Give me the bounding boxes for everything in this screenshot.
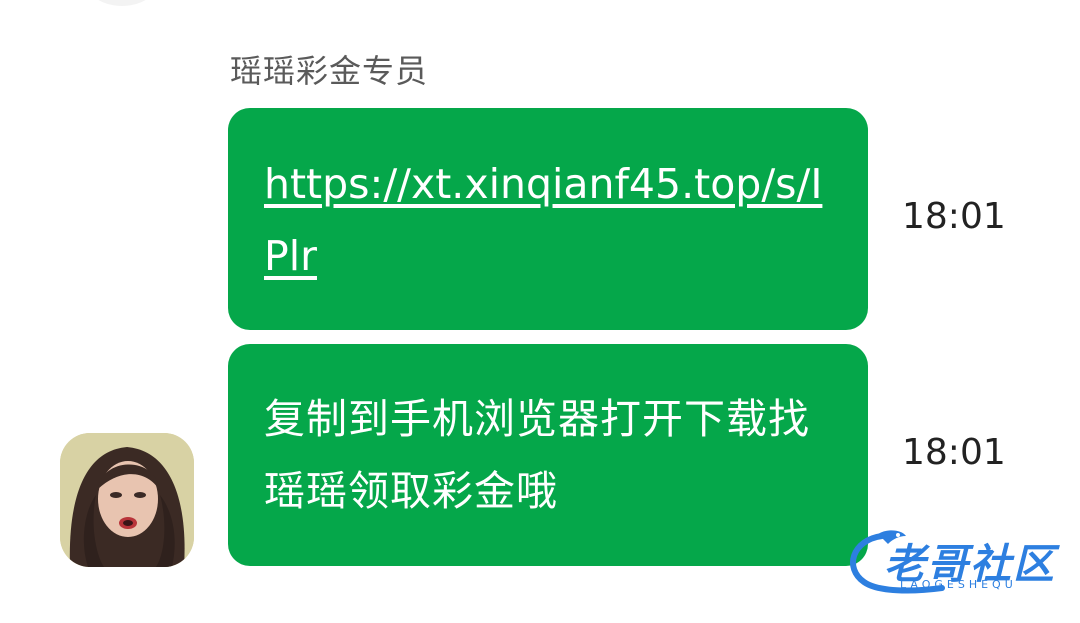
- watermark-subtitle: LAOGESHEQU: [900, 578, 1017, 591]
- message-text: 复制到手机浏览器打开下载找瑶瑶领取彩金哦: [264, 395, 810, 515]
- message-bubble-text[interactable]: 复制到手机浏览器打开下载找瑶瑶领取彩金哦: [228, 344, 868, 566]
- chat-screen: 瑶瑶彩金专员 https://xt.xinqianf45.top/s/IPlr …: [0, 0, 1080, 623]
- message-time: 18:01: [902, 432, 1006, 473]
- avatar-photo-icon: [60, 433, 194, 567]
- message-bubble-link[interactable]: https://xt.xinqianf45.top/s/IPlr: [228, 108, 868, 330]
- message-time: 18:01: [902, 196, 1006, 237]
- sender-name: 瑶瑶彩金专员: [230, 52, 429, 90]
- message-link[interactable]: https://xt.xinqianf45.top/s/IPlr: [264, 148, 832, 292]
- watermark-logo: 老哥社区 LAOGESHEQU: [842, 526, 1068, 598]
- sender-avatar[interactable]: [60, 433, 194, 567]
- previous-avatar[interactable]: [72, 0, 172, 6]
